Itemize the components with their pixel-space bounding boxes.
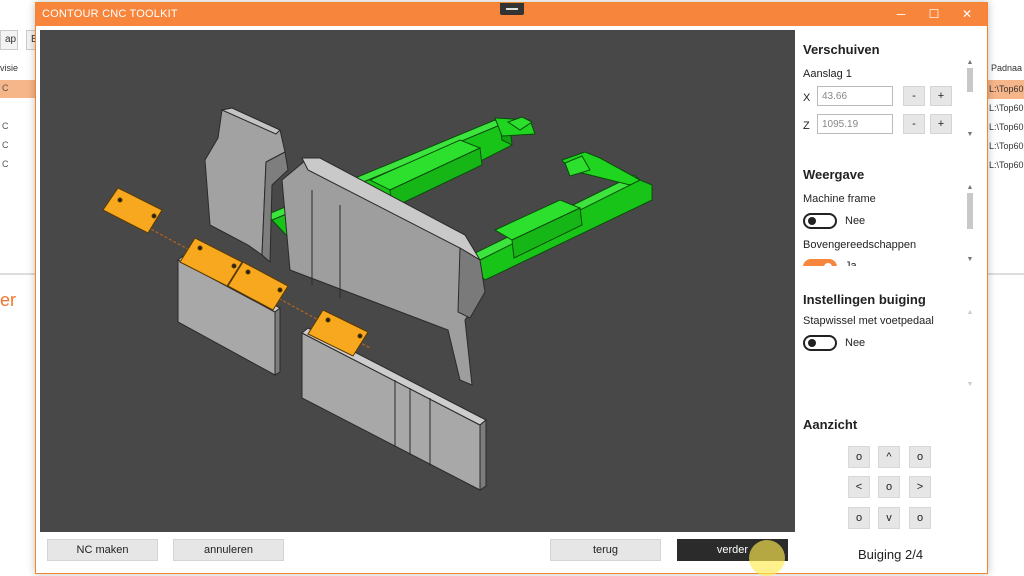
z-label: Z xyxy=(803,120,810,132)
scroll-up-icon[interactable]: ▲ xyxy=(966,309,974,316)
bg-column-header: Padnaa xyxy=(991,63,1023,73)
bg-list-item[interactable]: L:\Top60 xyxy=(987,99,1024,118)
window-title: CONTOUR CNC TOOLKIT xyxy=(42,8,178,20)
pedal-toggle[interactable] xyxy=(803,335,837,351)
bending-scrollbar[interactable]: ▲ ▼ xyxy=(966,309,974,388)
upper-tools-value: Ja xyxy=(845,260,857,266)
bg-list-item[interactable]: C xyxy=(0,80,36,98)
maximize-button[interactable]: ☐ xyxy=(925,6,943,22)
nc-make-button[interactable]: NC maken xyxy=(47,539,158,561)
section-title-bending: Instellingen buiging xyxy=(803,292,926,307)
settings-panel: Verschuiven Aanslag 1 X - + Z - + ▲ ▼ We… xyxy=(796,30,988,570)
x-label: X xyxy=(803,92,811,104)
bg-list-item[interactable]: L:\Top60 xyxy=(987,137,1024,156)
upper-tool-left xyxy=(204,107,289,264)
bg-list-item[interactable]: L:\Top60 xyxy=(987,118,1024,137)
scroll-down-icon[interactable]: ▼ xyxy=(966,381,974,388)
pedal-value: Nee xyxy=(845,337,866,349)
upper-tools-clip: Ja xyxy=(796,256,964,266)
bg-list-item[interactable]: L:\Top60 xyxy=(987,80,1024,99)
stop-label: Aanslag 1 xyxy=(803,68,852,80)
bg-list-item[interactable]: C xyxy=(0,118,36,136)
bg-heading: er xyxy=(0,290,17,310)
bg-tab[interactable]: ap xyxy=(0,30,18,50)
press-brake-scene xyxy=(102,107,653,491)
drag-grip-icon[interactable] xyxy=(500,3,524,15)
scroll-thumb[interactable] xyxy=(967,68,973,92)
x-minus-button[interactable]: - xyxy=(903,86,925,106)
title-bar[interactable]: CONTOUR CNC TOOLKIT ─ ☐ ✕ xyxy=(36,3,987,26)
cancel-button[interactable]: annuleren xyxy=(173,539,284,561)
x-position-input[interactable] xyxy=(817,86,893,106)
scroll-down-icon[interactable]: ▼ xyxy=(966,256,974,263)
z-position-input[interactable] xyxy=(817,114,893,134)
view-up-button[interactable]: ^ xyxy=(878,446,900,468)
scroll-thumb[interactable] xyxy=(967,193,973,229)
z-plus-button[interactable]: + xyxy=(930,114,952,134)
view-down-button[interactable]: v xyxy=(878,507,900,529)
upper-tools-toggle[interactable] xyxy=(803,259,837,266)
section-title-shift: Verschuiven xyxy=(803,42,880,57)
view-bottom-left-button[interactable]: o xyxy=(848,507,870,529)
close-button[interactable]: ✕ xyxy=(958,6,976,22)
view-right-button[interactable]: > xyxy=(909,476,931,498)
bg-list-item[interactable]: L:\Top60 xyxy=(987,156,1024,175)
machine-frame-value: Nee xyxy=(845,215,866,227)
section-title-display: Weergave xyxy=(803,167,865,182)
bg-list-item[interactable]: C xyxy=(0,156,36,174)
backgauge-clamp-2 xyxy=(464,151,653,281)
upper-tools-label: Bovengereedschappen xyxy=(803,239,917,251)
x-plus-button[interactable]: + xyxy=(930,86,952,106)
machine-frame-toggle[interactable] xyxy=(803,213,837,229)
view-center-button[interactable]: o xyxy=(878,476,900,498)
back-button[interactable]: terug xyxy=(550,539,661,561)
backgauge-finger xyxy=(102,187,163,234)
view-top-left-button[interactable]: o xyxy=(848,446,870,468)
bg-column-header: visie xyxy=(0,63,19,73)
divider xyxy=(988,273,1024,275)
section-title-view: Aanzicht xyxy=(803,417,858,432)
divider xyxy=(0,273,35,275)
scroll-up-icon[interactable]: ▲ xyxy=(966,184,974,191)
pedal-label: Stapwissel met voetpedaal xyxy=(803,315,934,327)
view-bottom-right-button[interactable]: o xyxy=(909,507,931,529)
machine-frame-label: Machine frame xyxy=(803,193,876,205)
minimize-button[interactable]: ─ xyxy=(892,6,910,22)
display-scrollbar[interactable]: ▲ ▼ xyxy=(966,184,974,263)
cursor-highlight xyxy=(749,540,785,576)
3d-viewport[interactable] xyxy=(40,30,795,532)
bg-list-item[interactable]: C xyxy=(0,137,36,155)
bend-status: Buiging 2/4 xyxy=(858,547,924,562)
z-minus-button[interactable]: - xyxy=(903,114,925,134)
shift-scrollbar[interactable]: ▲ ▼ xyxy=(966,59,974,138)
scroll-down-icon[interactable]: ▼ xyxy=(966,131,974,138)
view-top-right-button[interactable]: o xyxy=(909,446,931,468)
scroll-up-icon[interactable]: ▲ xyxy=(966,59,974,66)
cnc-toolkit-dialog: CONTOUR CNC TOOLKIT ─ ☐ ✕ Verschuiven Aa… xyxy=(35,2,988,576)
view-left-button[interactable]: < xyxy=(848,476,870,498)
